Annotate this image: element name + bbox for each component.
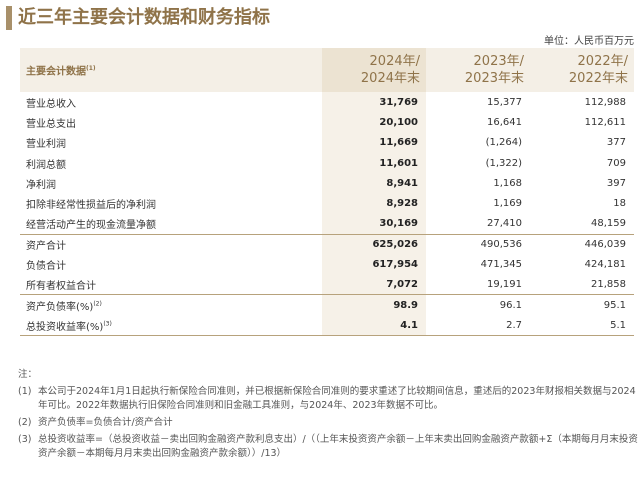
cell-2022: 112,611 — [584, 116, 626, 128]
note-item: (1) 本公司于2024年1月1日起执行新保险合同准则，并已根据新保险合同准则的要… — [18, 385, 640, 413]
cell-2024: 30,169 — [322, 213, 426, 235]
table-row: 扣除非经常性损益后的净利润 8,928 1,169 18 — [20, 193, 634, 214]
table-row: 营业利润 11,669 (1,264) 377 — [20, 132, 634, 153]
cell-2024: 98.9 — [322, 294, 426, 316]
cell-2024: 11,601 — [322, 152, 426, 174]
row-label: 经营活动产生的现金流量净额 — [26, 220, 156, 232]
cell-2023: 16,641 — [487, 116, 522, 128]
cell-2022: 446,039 — [530, 233, 634, 255]
cell-2022: 48,159 — [591, 218, 626, 230]
cell-2024: 625,026 — [322, 233, 426, 255]
cell-2023: 96.1 — [426, 294, 530, 316]
header-label: 主要会计数据(1) — [20, 48, 322, 92]
cell-2024: 4.1 — [322, 315, 426, 337]
title-accent-bar — [6, 6, 12, 30]
cell-2023: 15,377 — [487, 96, 522, 108]
notes-title: 注： — [18, 369, 38, 380]
table-row: 总投资收益率(%)(3) 4.1 2.7 5.1 — [20, 315, 634, 337]
note-number: (3) — [18, 434, 32, 445]
row-label: 营业利润 — [26, 139, 66, 151]
row-label: 营业总收入 — [26, 98, 76, 110]
note-item: (3) 总投资收益率=（总投资收益－卖出回购金融资产款利息支出）/（（上年末投资资… — [18, 433, 640, 461]
cell-2023: 27,410 — [487, 218, 522, 230]
unit-label: 单位：人民币百万元 — [544, 36, 634, 47]
note-text: 资产负债率=负债合计/资产合计 — [38, 417, 173, 428]
financial-table: 主要会计数据(1) 2024年/2024年末 2023年/2023年末 2022… — [20, 48, 634, 337]
row-label: 资产负债率(%)(2) — [20, 294, 322, 316]
cell-2022: 397 — [606, 177, 626, 189]
row-label: 所有者权益合计 — [26, 281, 96, 293]
row-label: 总投资收益率(%)(3) — [20, 315, 322, 337]
row-label: 扣除非经常性损益后的净利润 — [26, 200, 156, 212]
cell-2024: 8,928 — [322, 193, 426, 214]
table-row: 负债合计 617,954 471,345 424,181 — [20, 254, 634, 275]
table-row: 利润总额 11,601 (1,322) 709 — [20, 152, 634, 174]
note-text: 本公司于2024年1月1日起执行新保险合同准则，并已根据新保险合同准则的要求重述… — [38, 386, 636, 411]
table-row: 经营活动产生的现金流量净额 30,169 27,410 48,159 — [20, 213, 634, 235]
cell-2023: 19,191 — [487, 279, 522, 291]
cell-2023: 1,168 — [493, 177, 522, 189]
note-text: 总投资收益率=（总投资收益－卖出回购金融资产款利息支出）/（（上年末投资资产余额… — [38, 434, 638, 459]
row-label: 净利润 — [26, 179, 56, 191]
cell-2024: 11,669 — [322, 132, 426, 153]
cell-2024: 20,100 — [322, 112, 426, 133]
cell-2022: 5.1 — [530, 315, 634, 337]
cell-2024: 617,954 — [322, 254, 426, 275]
cell-2023: 490,536 — [426, 233, 530, 255]
header-col-2023: 2023年/2023年末 — [426, 48, 530, 92]
cell-2022: 95.1 — [530, 294, 634, 316]
cell-2022: 709 — [606, 157, 626, 169]
cell-2022: 112,988 — [584, 96, 626, 108]
table-row: 营业总支出 20,100 16,641 112,611 — [20, 112, 634, 133]
cell-2022: 377 — [606, 137, 626, 149]
table-row: 营业总收入 31,769 15,377 112,988 — [20, 92, 634, 113]
note-number: (2) — [18, 417, 32, 428]
note-item: (2) 资产负债率=负债合计/资产合计 — [18, 416, 640, 430]
row-label: 营业总支出 — [26, 118, 76, 130]
cell-2022: 424,181 — [584, 259, 626, 271]
table-row: 资产负债率(%)(2) 98.9 96.1 95.1 — [20, 294, 634, 316]
row-label: 利润总额 — [26, 159, 66, 171]
cell-2022: 21,858 — [591, 279, 626, 291]
cell-2023: (1,322) — [485, 157, 522, 169]
page-title: 近三年主要会计数据和财务指标 — [18, 7, 270, 28]
cell-2023: 1,169 — [493, 198, 522, 210]
table-row: 净利润 8,941 1,168 397 — [20, 173, 634, 194]
cell-2024: 8,941 — [322, 173, 426, 194]
table-header-row: 主要会计数据(1) 2024年/2024年末 2023年/2023年末 2022… — [20, 48, 634, 92]
header-col-2024: 2024年/2024年末 — [322, 48, 426, 92]
cell-2022: 18 — [613, 198, 626, 210]
cell-2023: (1,264) — [485, 137, 522, 149]
cell-2023: 471,345 — [480, 259, 522, 271]
table-row: 所有者权益合计 7,072 19,191 21,858 — [20, 274, 634, 295]
table-row: 资产合计 625,026 490,536 446,039 — [20, 233, 634, 255]
row-label: 资产合计 — [20, 233, 322, 255]
row-label: 负债合计 — [26, 261, 66, 273]
cell-2024: 7,072 — [322, 274, 426, 295]
cell-2024: 31,769 — [322, 92, 426, 113]
note-number: (1) — [18, 386, 32, 397]
cell-2023: 2.7 — [426, 315, 530, 337]
notes-section: 注： (1) 本公司于2024年1月1日起执行新保险合同准则，并已根据新保险合同准… — [18, 368, 640, 461]
header-col-2022: 2022年/2022年末 — [530, 48, 634, 92]
